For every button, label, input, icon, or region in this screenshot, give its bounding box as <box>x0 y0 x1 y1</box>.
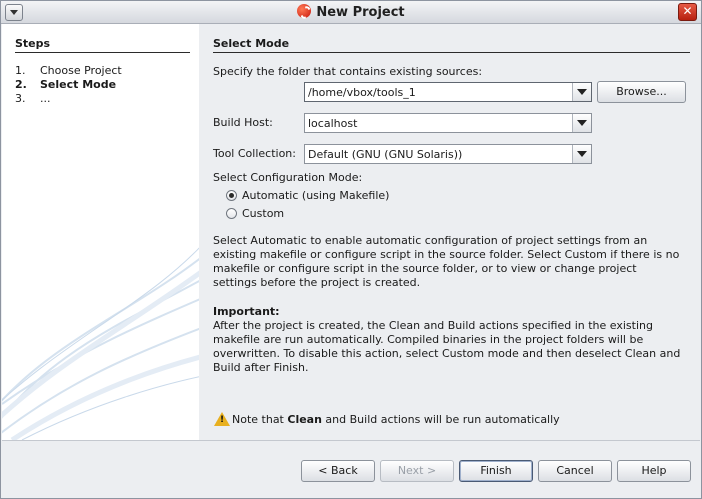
steps-heading: Steps <box>15 37 51 50</box>
steps-divider <box>15 52 190 53</box>
footer-divider <box>2 440 700 441</box>
finish-button[interactable]: Finish <box>459 460 533 482</box>
build-host-label: Build Host: <box>213 116 273 129</box>
chevron-down-icon[interactable] <box>572 114 591 132</box>
new-project-dialog: New Project ✕ Steps 1. Choose Project 2. S… <box>0 0 702 499</box>
step-3: 3.... <box>15 92 51 105</box>
radio-custom[interactable] <box>226 208 237 219</box>
folder-combo[interactable]: /home/vbox/tools_1 <box>304 82 592 102</box>
back-button[interactable]: < Back <box>301 460 375 482</box>
step-1: 1. Choose Project <box>15 64 122 77</box>
folder-label: Specify the folder that contains existin… <box>213 65 483 78</box>
close-icon[interactable]: ✕ <box>678 3 697 21</box>
cancel-button[interactable]: Cancel <box>538 460 612 482</box>
build-host-value: localhost <box>308 117 358 130</box>
window-title: New Project <box>1 4 701 20</box>
steps-panel: Steps 1. Choose Project 2. Select Mode 3..… <box>2 24 199 440</box>
panel-divider <box>213 52 690 53</box>
build-host-select[interactable]: localhost <box>304 113 592 133</box>
title-bar: New Project ✕ <box>1 1 701 24</box>
mode-description: Select Automatic to enable automatic con… <box>213 234 680 289</box>
folder-value[interactable]: /home/vbox/tools_1 <box>308 86 416 99</box>
tool-collection-label: Tool Collection: <box>213 147 296 160</box>
important-heading: Important: <box>213 305 280 318</box>
config-mode-label: Select Configuration Mode: <box>213 171 363 184</box>
radio-custom-label[interactable]: Custom <box>242 207 284 220</box>
step-2-current: 2. Select Mode <box>15 78 117 91</box>
tool-collection-select[interactable]: Default (GNU (GNU Solaris)) <box>304 144 592 164</box>
important-text: After the project is created, the Clean … <box>213 319 681 374</box>
radio-automatic[interactable] <box>226 190 237 201</box>
help-button[interactable]: Help <box>617 460 691 482</box>
note-text: Note that Clean and Build actions will b… <box>232 413 560 426</box>
browse-button[interactable]: Browse... <box>597 81 686 103</box>
chevron-down-icon[interactable] <box>572 145 591 163</box>
next-button[interactable]: Next > <box>380 460 454 482</box>
radio-automatic-label[interactable]: Automatic (using Makefile) <box>242 189 389 202</box>
warning-icon: ! <box>214 412 230 426</box>
panel-heading: Select Mode <box>213 37 290 50</box>
tool-collection-value: Default (GNU (GNU Solaris)) <box>308 148 463 161</box>
chevron-down-icon[interactable] <box>572 83 591 101</box>
app-logo-icon <box>297 4 312 18</box>
